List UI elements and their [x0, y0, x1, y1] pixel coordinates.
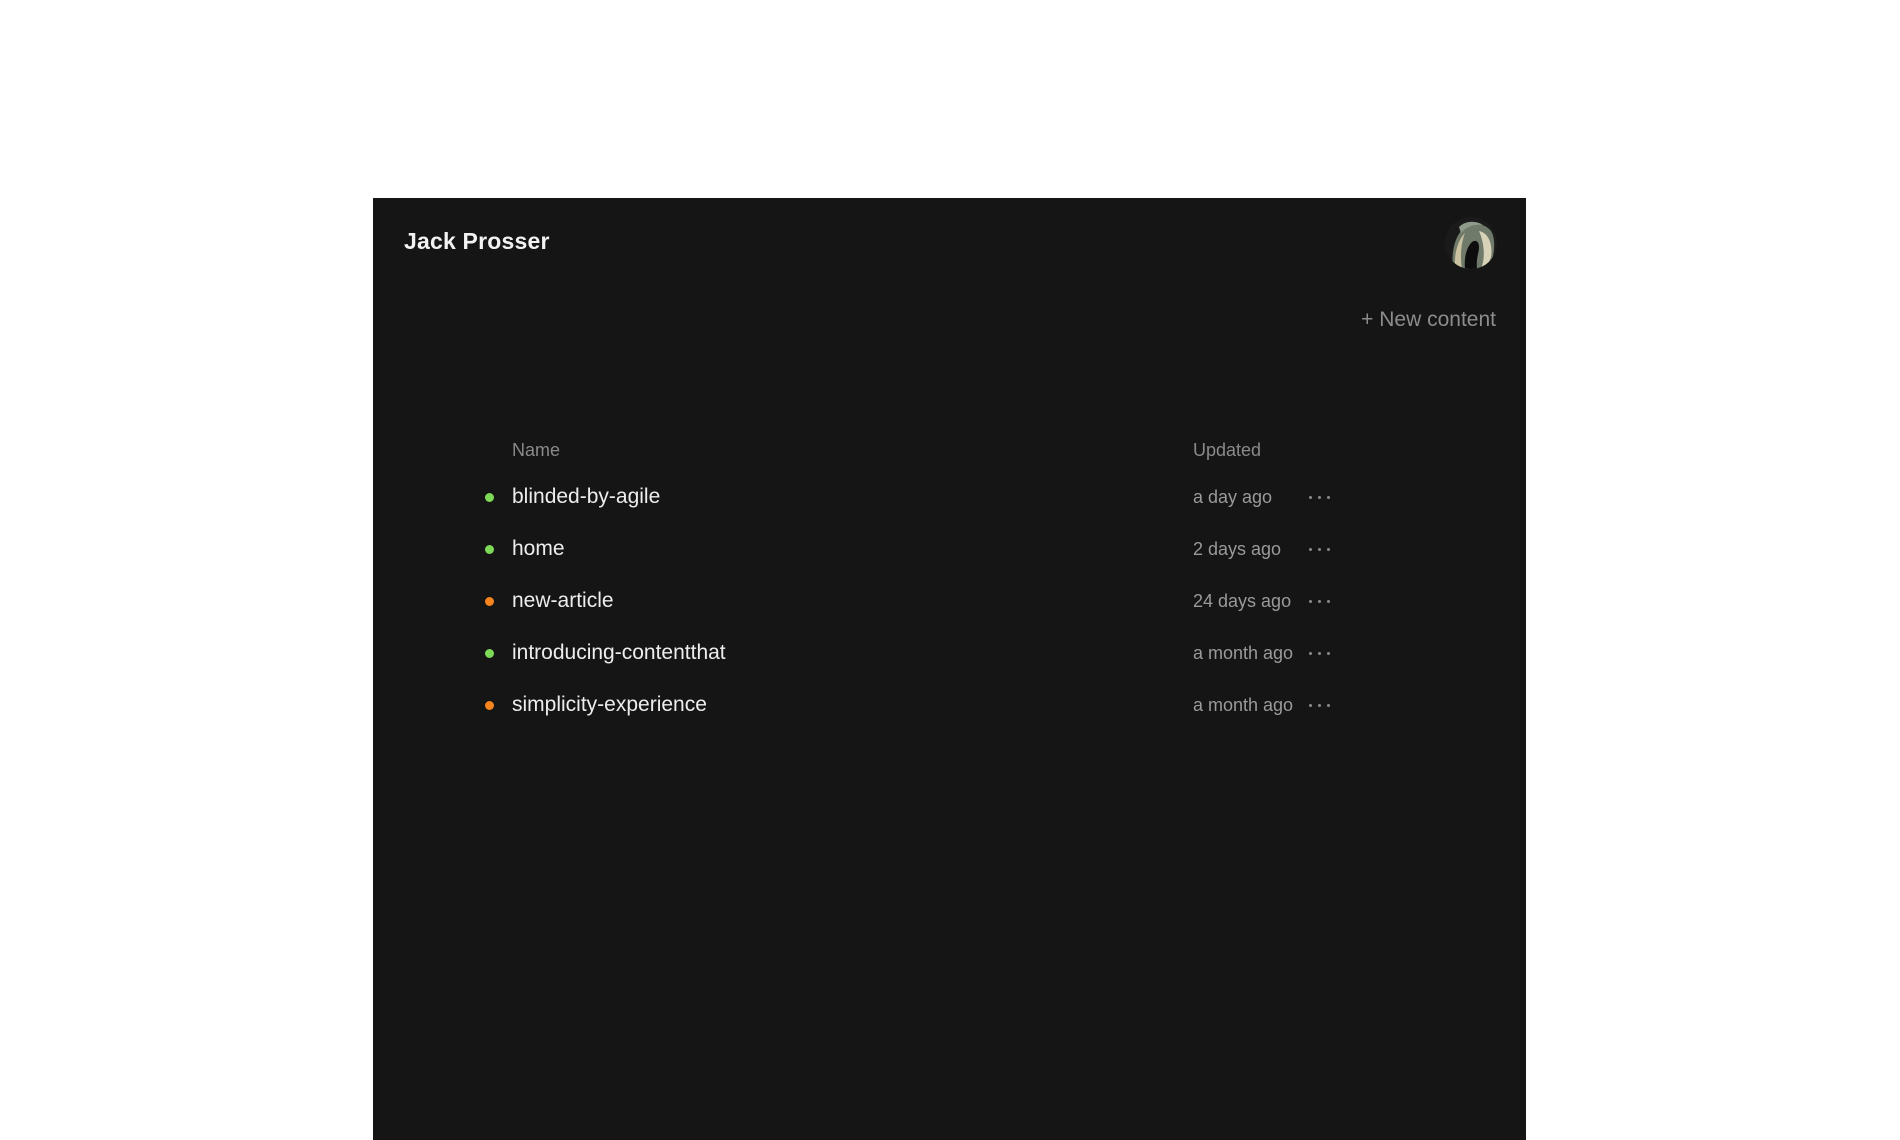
table-row[interactable]: blinded-by-agile a day ago	[478, 478, 1358, 518]
table-row[interactable]: simplicity-experience a month ago	[478, 686, 1358, 726]
ellipsis-icon[interactable]	[1309, 547, 1333, 553]
updated-time: 24 days ago	[1193, 591, 1292, 611]
table-row[interactable]: home 2 days ago	[478, 530, 1358, 570]
status-dot	[485, 545, 494, 554]
updated-time: a month ago	[1193, 643, 1294, 663]
user-name: Jack Prosser	[404, 228, 550, 254]
content-name-link[interactable]: home	[512, 537, 565, 561]
status-dot	[485, 649, 494, 658]
column-header-updated[interactable]: Updated	[1193, 440, 1261, 461]
user-avatar-icon	[1445, 217, 1497, 269]
table-row[interactable]: new-article 24 days ago	[478, 582, 1358, 622]
status-dot	[485, 597, 494, 606]
content-panel: Jack Prosser + New content Name Updated …	[373, 198, 1526, 1140]
updated-time: a day ago	[1193, 487, 1273, 507]
avatar[interactable]	[1445, 217, 1497, 269]
ellipsis-icon[interactable]	[1309, 495, 1333, 501]
content-name-link[interactable]: simplicity-experience	[512, 693, 707, 717]
column-header-name[interactable]: Name	[512, 440, 560, 461]
updated-time: a month ago	[1193, 695, 1294, 715]
ellipsis-icon[interactable]	[1309, 703, 1333, 709]
content-name-link[interactable]: new-article	[512, 589, 614, 613]
ellipsis-icon[interactable]	[1309, 651, 1333, 657]
ellipsis-icon[interactable]	[1309, 599, 1333, 605]
new-content-button[interactable]: + New content	[1361, 308, 1496, 332]
status-dot	[485, 701, 494, 710]
table-row[interactable]: introducing-contentthat a month ago	[478, 634, 1358, 674]
status-dot	[485, 493, 494, 502]
updated-time: 2 days ago	[1193, 539, 1282, 559]
content-name-link[interactable]: introducing-contentthat	[512, 641, 726, 665]
content-name-link[interactable]: blinded-by-agile	[512, 485, 660, 509]
